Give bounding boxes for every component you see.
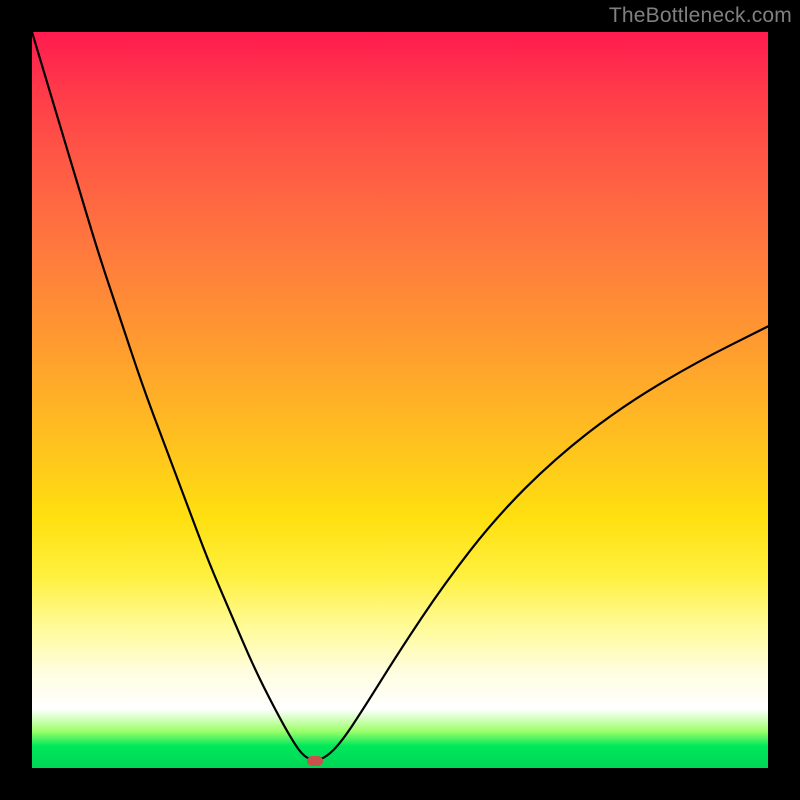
bottleneck-curve	[32, 32, 768, 768]
minimum-marker	[307, 756, 323, 766]
chart-plot-area	[32, 32, 768, 768]
chart-frame: TheBottleneck.com	[0, 0, 800, 800]
watermark-text: TheBottleneck.com	[609, 4, 792, 28]
